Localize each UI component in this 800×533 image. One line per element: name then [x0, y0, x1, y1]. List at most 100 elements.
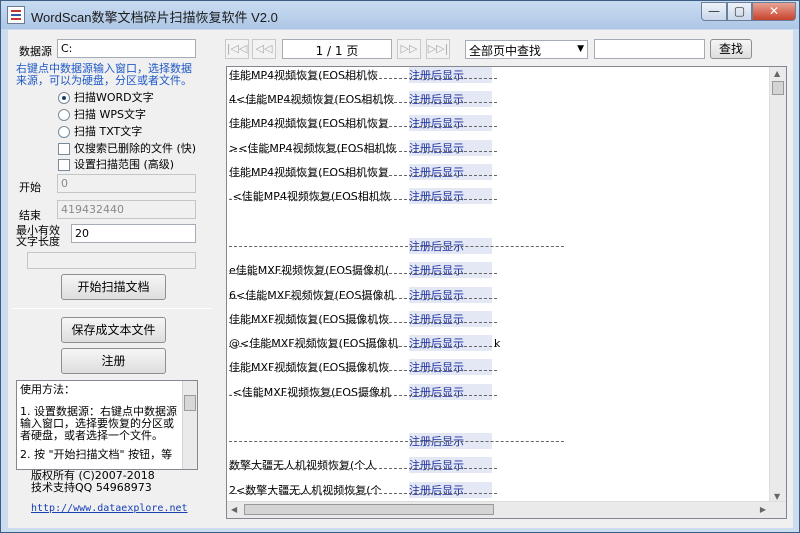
min-length-input[interactable]: 20 [71, 224, 196, 243]
search-button[interactable]: 查找 [710, 39, 752, 59]
save-text-button[interactable]: 保存成文本文件 [61, 317, 166, 343]
register-to-view-label: 注册后显示 [409, 67, 492, 83]
register-to-view-label: 注册后显示 [409, 262, 492, 278]
datasource-input[interactable]: C: [57, 39, 196, 58]
scroll-right-icon[interactable]: ▶ [760, 505, 766, 514]
checkbox-deleted-only[interactable]: 仅搜索已删除的文件 (快) [58, 140, 196, 156]
results-horizontal-scrollbar[interactable]: ◀ ▶ [227, 501, 786, 518]
search-scope-select[interactable]: 全部页中查找 ▼ [465, 40, 588, 59]
result-text: 佳能MXF视频恢复(EOS摄像机恢 [229, 313, 390, 326]
row-divider [229, 78, 497, 79]
window-title: WordScan数擎文档碎片扫描恢复软件 V2.0 [31, 10, 278, 25]
start-label: 开始 [19, 181, 41, 194]
register-to-view-label: 注册后显示 [409, 115, 492, 131]
row-divider [229, 395, 497, 396]
start-scan-button[interactable]: 开始扫描文档 [61, 274, 166, 300]
row-divider [229, 346, 497, 347]
results-panel[interactable]: 佳能MP4视频恢复(EOS相机恢 注册后显示 4<佳能MP4视频恢复(EOS相机恢注… [226, 66, 787, 519]
row-divider [229, 273, 497, 274]
row-divider [229, 246, 564, 247]
register-to-view-label: 注册后显示 [409, 335, 492, 351]
client-area: 数据源 C: 右键点中数据源输入窗口，选择数据 来源，可以为硬盘，分区或者文件。… [8, 30, 793, 528]
register-to-view-label: 注册后显示 [409, 287, 492, 303]
result-text: 佳能MP4视频恢复(EOS相机恢复 [229, 166, 390, 179]
result-text: .<佳能MXF视频恢复(EOS摄像机 [229, 386, 391, 399]
row-divider [229, 493, 497, 494]
result-text: ><佳能MP4视频恢复(EOS相机恢 [229, 142, 397, 155]
progress-bar [27, 252, 196, 269]
result-text: .<佳能MP4视频恢复(EOS相机恢 [229, 190, 391, 203]
scroll-up-icon[interactable]: ▲ [774, 69, 780, 78]
row-divider [229, 151, 497, 152]
scroll-left-icon[interactable]: ◀ [231, 505, 237, 514]
register-to-view-label: 注册后显示 [409, 384, 492, 400]
radio-unchecked-icon [58, 126, 70, 138]
scroll-thumb[interactable] [184, 395, 196, 411]
support-qq-text: 技术支持QQ 54968973 [31, 481, 152, 494]
register-to-view-label: 注册后显示 [409, 188, 492, 204]
result-text: 佳能MP4视频恢复(EOS相机恢复 [229, 117, 390, 130]
website-link[interactable]: http://www.dataexplore.net [31, 503, 188, 514]
row-divider [229, 175, 497, 176]
scroll-down-icon[interactable]: ▼ [774, 492, 780, 501]
row-divider [229, 322, 497, 323]
chevron-down-icon: ▼ [577, 44, 584, 54]
results-vertical-scrollbar[interactable]: ▲ ▼ [769, 67, 786, 503]
register-to-view-label: 注册后显示 [409, 164, 492, 180]
left-divider [12, 308, 212, 309]
row-divider [229, 298, 497, 299]
help-line: 者硬盘，或者选择一个文件。 [20, 429, 163, 442]
help-textbox[interactable]: 使用方法： 1. 设置数据源：右键点中数据源 输入窗口，选择要恢复的分区或 者硬… [16, 380, 198, 470]
radio-scan-word[interactable]: 扫描WORD文字 [58, 89, 154, 105]
help-line: 使用方法： [20, 383, 75, 396]
radio-scan-wps[interactable]: 扫描 WPS文字 [58, 106, 146, 122]
stray-char: k [494, 337, 501, 350]
first-page-button[interactable]: |◁◁ [225, 39, 249, 59]
start-offset-input[interactable]: 0 [57, 174, 196, 193]
end-offset-input[interactable]: 419432440 [57, 200, 196, 219]
checkbox-icon [58, 159, 70, 171]
register-to-view-label: 注册后显示 [409, 91, 492, 107]
page-indicator: 1 / 1 页 [282, 39, 392, 59]
close-button[interactable]: ✕ [752, 2, 796, 21]
next-page-button[interactable]: ▷▷ [397, 39, 421, 59]
title-bar[interactable]: WordScan数擎文档碎片扫描恢复软件 V2.0 — ▢ ✕ [1, 1, 799, 29]
radio-scan-txt[interactable]: 扫描 TXT文字 [58, 123, 142, 139]
checkbox-scan-range[interactable]: 设置扫描范围 (高级) [58, 156, 174, 172]
result-text: @<佳能MXF视频恢复(EOS摄像机 [229, 337, 399, 350]
register-to-view-label: 注册后显示 [409, 311, 492, 327]
maximize-button[interactable]: ▢ [727, 2, 752, 21]
app-window: WordScan数擎文档碎片扫描恢复软件 V2.0 — ▢ ✕ 数据源 C: 右… [0, 0, 800, 533]
row-divider [229, 468, 497, 469]
datasource-hint-line2: 来源，可以为硬盘，分区或者文件。 [16, 74, 192, 87]
scroll-thumb[interactable] [244, 504, 494, 515]
result-text: 6<佳能MXF视频恢复(EOS摄像机 [229, 289, 395, 302]
help-scrollbar[interactable] [182, 381, 197, 469]
register-button[interactable]: 注册 [61, 348, 166, 374]
result-text: 佳能MP4视频恢复(EOS相机恢 [229, 69, 379, 82]
radio-unchecked-icon [58, 109, 70, 121]
prev-page-button[interactable]: ◁◁ [252, 39, 276, 59]
checkbox-icon [58, 143, 70, 155]
result-text: e佳能MXF视频恢复(EOS摄像机( [229, 264, 390, 277]
help-line: 2. 按 "开始扫描文档" 按钮，等 [20, 448, 173, 461]
minimize-button[interactable]: — [701, 2, 727, 21]
result-text: 2<数擎大疆无人机视频恢复(个 [229, 484, 382, 497]
last-page-button[interactable]: ▷▷| [426, 39, 450, 59]
scroll-thumb[interactable] [772, 81, 784, 95]
row-divider [229, 199, 497, 200]
register-to-view-label: 注册后显示 [409, 457, 492, 473]
search-input[interactable] [594, 39, 705, 59]
datasource-label: 数据源 [19, 45, 52, 58]
result-text: 4<佳能MP4视频恢复(EOS相机恢 [229, 93, 395, 106]
end-label: 结束 [19, 209, 41, 222]
row-divider [229, 370, 497, 371]
row-divider [229, 102, 497, 103]
result-text: 佳能MXF视频恢复(EOS摄像机恢 [229, 361, 390, 374]
radio-checked-icon [58, 92, 70, 104]
register-to-view-label: 注册后显示 [409, 140, 492, 156]
row-divider [229, 441, 564, 442]
register-to-view-label: 注册后显示 [409, 359, 492, 375]
register-to-view-label: 注册后显示 [409, 482, 492, 498]
minlen-label-2: 文字长度 [16, 235, 60, 248]
